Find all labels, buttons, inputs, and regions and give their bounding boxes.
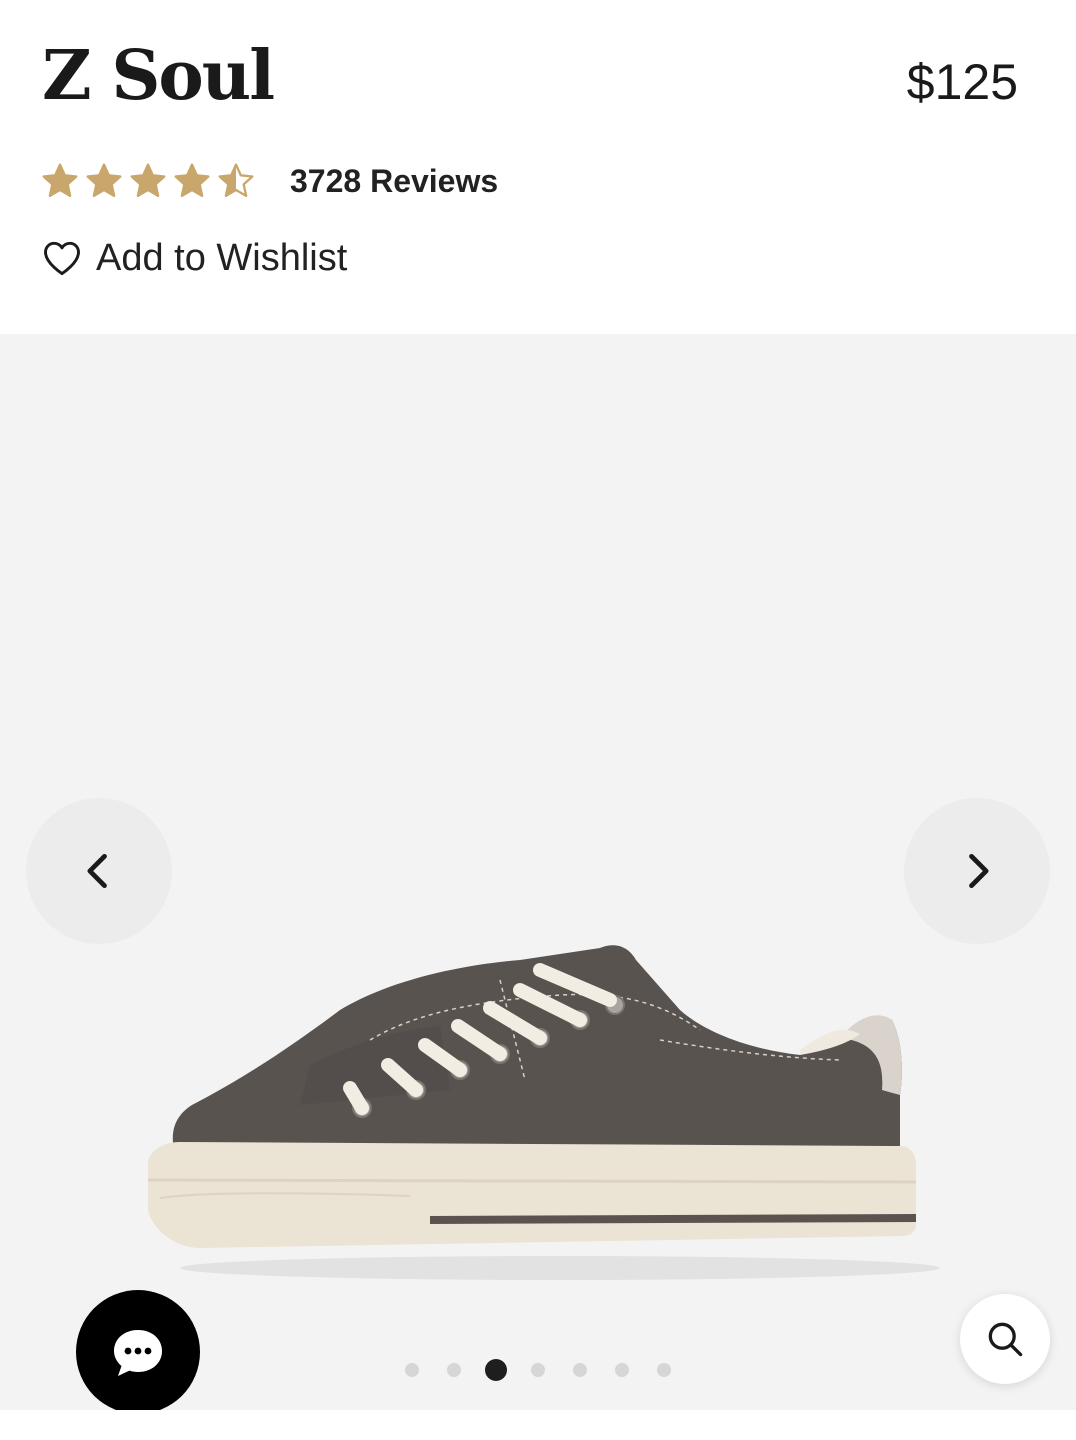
rating-row: 3728 Reviews [40, 158, 498, 204]
chat-button[interactable] [76, 1290, 200, 1410]
star-rating [40, 161, 256, 201]
add-to-wishlist-button[interactable]: Add to Wishlist [40, 236, 347, 280]
pagination-dot-3[interactable] [476, 1358, 516, 1382]
inactive-dot [573, 1363, 587, 1377]
star-half-icon [218, 163, 254, 197]
active-dot [485, 1359, 507, 1381]
pagination-dot-7[interactable] [644, 1358, 684, 1382]
chevron-right-icon [969, 853, 989, 889]
product-image-gallery[interactable] [0, 334, 1076, 1410]
previous-image-button[interactable] [26, 798, 172, 944]
wishlist-label: Add to Wishlist [96, 236, 348, 279]
pagination-dot-4[interactable] [518, 1358, 558, 1382]
chevron-left-icon [87, 853, 107, 889]
inactive-dot [447, 1363, 461, 1377]
star-full-icon [42, 163, 78, 197]
image-pagination [0, 1358, 1076, 1382]
next-image-button[interactable] [904, 798, 1050, 944]
pagination-dot-6[interactable] [602, 1358, 642, 1382]
pagination-dot-2[interactable] [434, 1358, 474, 1382]
inactive-dot [531, 1363, 545, 1377]
pagination-dot-1[interactable] [392, 1358, 432, 1382]
heart-outline-icon [44, 241, 80, 276]
product-image-sneaker [147, 945, 940, 1280]
star-full-icon [86, 163, 122, 197]
product-header: Z Soul $125 3728 Reviews Add to Wishlist [0, 0, 1076, 334]
search-icon [988, 1322, 1023, 1357]
star-full-icon [174, 163, 210, 197]
pagination-dot-5[interactable] [560, 1358, 600, 1382]
star-full-icon [130, 163, 166, 197]
bottom-edge [0, 1410, 1076, 1440]
inactive-dot [615, 1363, 629, 1377]
reviews-link[interactable]: 3728 Reviews [290, 163, 498, 200]
product-price: $125 [906, 54, 1018, 110]
product-title: Z Soul [42, 36, 275, 116]
inactive-dot [405, 1363, 419, 1377]
inactive-dot [657, 1363, 671, 1377]
